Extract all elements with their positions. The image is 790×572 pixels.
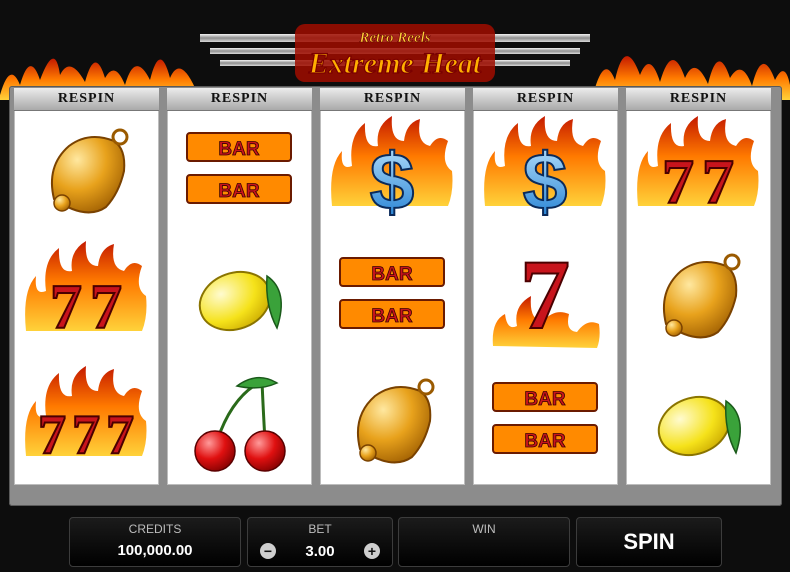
svg-text:7: 7 bbox=[520, 239, 570, 350]
credits-value: 100,000.00 bbox=[117, 542, 193, 559]
bet-increase-button[interactable]: + bbox=[364, 543, 380, 559]
logo-line2: Extreme Heat bbox=[308, 47, 483, 80]
bet-label: BET bbox=[308, 522, 332, 536]
svg-text:BAR: BAR bbox=[371, 306, 412, 327]
lemon-symbol bbox=[626, 361, 771, 485]
bet-decrease-button[interactable]: − bbox=[260, 543, 276, 559]
reel-3: RESPIN $ BAR BAR bbox=[320, 88, 465, 485]
reels-cabinet: RESPIN 77 777 RESPIN BAR BAR RESPIN $ BAR… bbox=[9, 86, 782, 506]
cherry-symbol bbox=[167, 361, 312, 485]
credits-panel: CREDITS 100,000.00 bbox=[69, 517, 241, 567]
bell-symbol bbox=[626, 236, 771, 360]
svg-text:$: $ bbox=[370, 137, 415, 226]
bet-controls: − 3.00 + bbox=[248, 540, 392, 564]
double-bar-symbol: BAR BAR bbox=[473, 361, 618, 485]
game-logo: Retro Reels Extreme Heat bbox=[200, 24, 590, 82]
reel-1: RESPIN 77 777 bbox=[14, 88, 159, 485]
svg-text:7: 7 bbox=[662, 146, 694, 217]
dollar-symbol: $ bbox=[473, 111, 618, 235]
respin-button-reel-2[interactable]: RESPIN bbox=[167, 88, 312, 111]
svg-text:$: $ bbox=[523, 137, 568, 226]
reel-5-symbols: 77 bbox=[626, 111, 771, 485]
triple-seven-symbol: 777 bbox=[14, 361, 159, 485]
reel-2: RESPIN BAR BAR bbox=[167, 88, 312, 485]
win-panel: WIN bbox=[398, 517, 570, 567]
double-seven-symbol: 77 bbox=[14, 236, 159, 360]
dollar-symbol: $ bbox=[320, 111, 465, 235]
reel-5: RESPIN 77 bbox=[626, 88, 771, 485]
svg-text:7: 7 bbox=[702, 146, 734, 217]
bet-panel: BET − 3.00 + bbox=[247, 517, 393, 567]
respin-button-reel-3[interactable]: RESPIN bbox=[320, 88, 465, 111]
reel-2-symbols: BAR BAR bbox=[167, 111, 312, 485]
reel-1-symbols: 77 777 bbox=[14, 111, 159, 485]
lemon-symbol bbox=[167, 236, 312, 360]
double-seven-symbol: 77 bbox=[626, 111, 771, 235]
svg-text:7: 7 bbox=[38, 404, 66, 466]
reel-4-symbols: $ 7 BAR BAR bbox=[473, 111, 618, 485]
double-bar-symbol: BAR BAR bbox=[167, 111, 312, 235]
svg-text:7: 7 bbox=[50, 271, 82, 342]
win-label: WIN bbox=[472, 522, 496, 536]
svg-text:BAR: BAR bbox=[218, 181, 259, 202]
logo-line1: Retro Reels bbox=[358, 30, 430, 46]
svg-text:BAR: BAR bbox=[371, 264, 412, 285]
credits-label: CREDITS bbox=[128, 522, 182, 536]
reel-3-symbols: $ BAR BAR bbox=[320, 111, 465, 485]
double-bar-symbol: BAR BAR bbox=[320, 236, 465, 360]
respin-button-reel-4[interactable]: RESPIN bbox=[473, 88, 618, 111]
respin-button-reel-5[interactable]: RESPIN bbox=[626, 88, 771, 111]
svg-text:7: 7 bbox=[90, 271, 122, 342]
svg-text:BAR: BAR bbox=[218, 139, 259, 160]
reel-4: RESPIN $ 7 BAR BAR bbox=[473, 88, 618, 485]
svg-text:7: 7 bbox=[106, 404, 134, 466]
respin-button-reel-1[interactable]: RESPIN bbox=[14, 88, 159, 111]
svg-text:BAR: BAR bbox=[524, 389, 565, 410]
single-seven-symbol: 7 bbox=[473, 236, 618, 360]
svg-text:7: 7 bbox=[72, 404, 100, 466]
bell-symbol bbox=[320, 361, 465, 485]
bet-value: 3.00 bbox=[305, 543, 335, 560]
bell-symbol bbox=[14, 111, 159, 235]
svg-text:BAR: BAR bbox=[524, 431, 565, 452]
spin-button[interactable]: SPIN bbox=[576, 517, 722, 567]
